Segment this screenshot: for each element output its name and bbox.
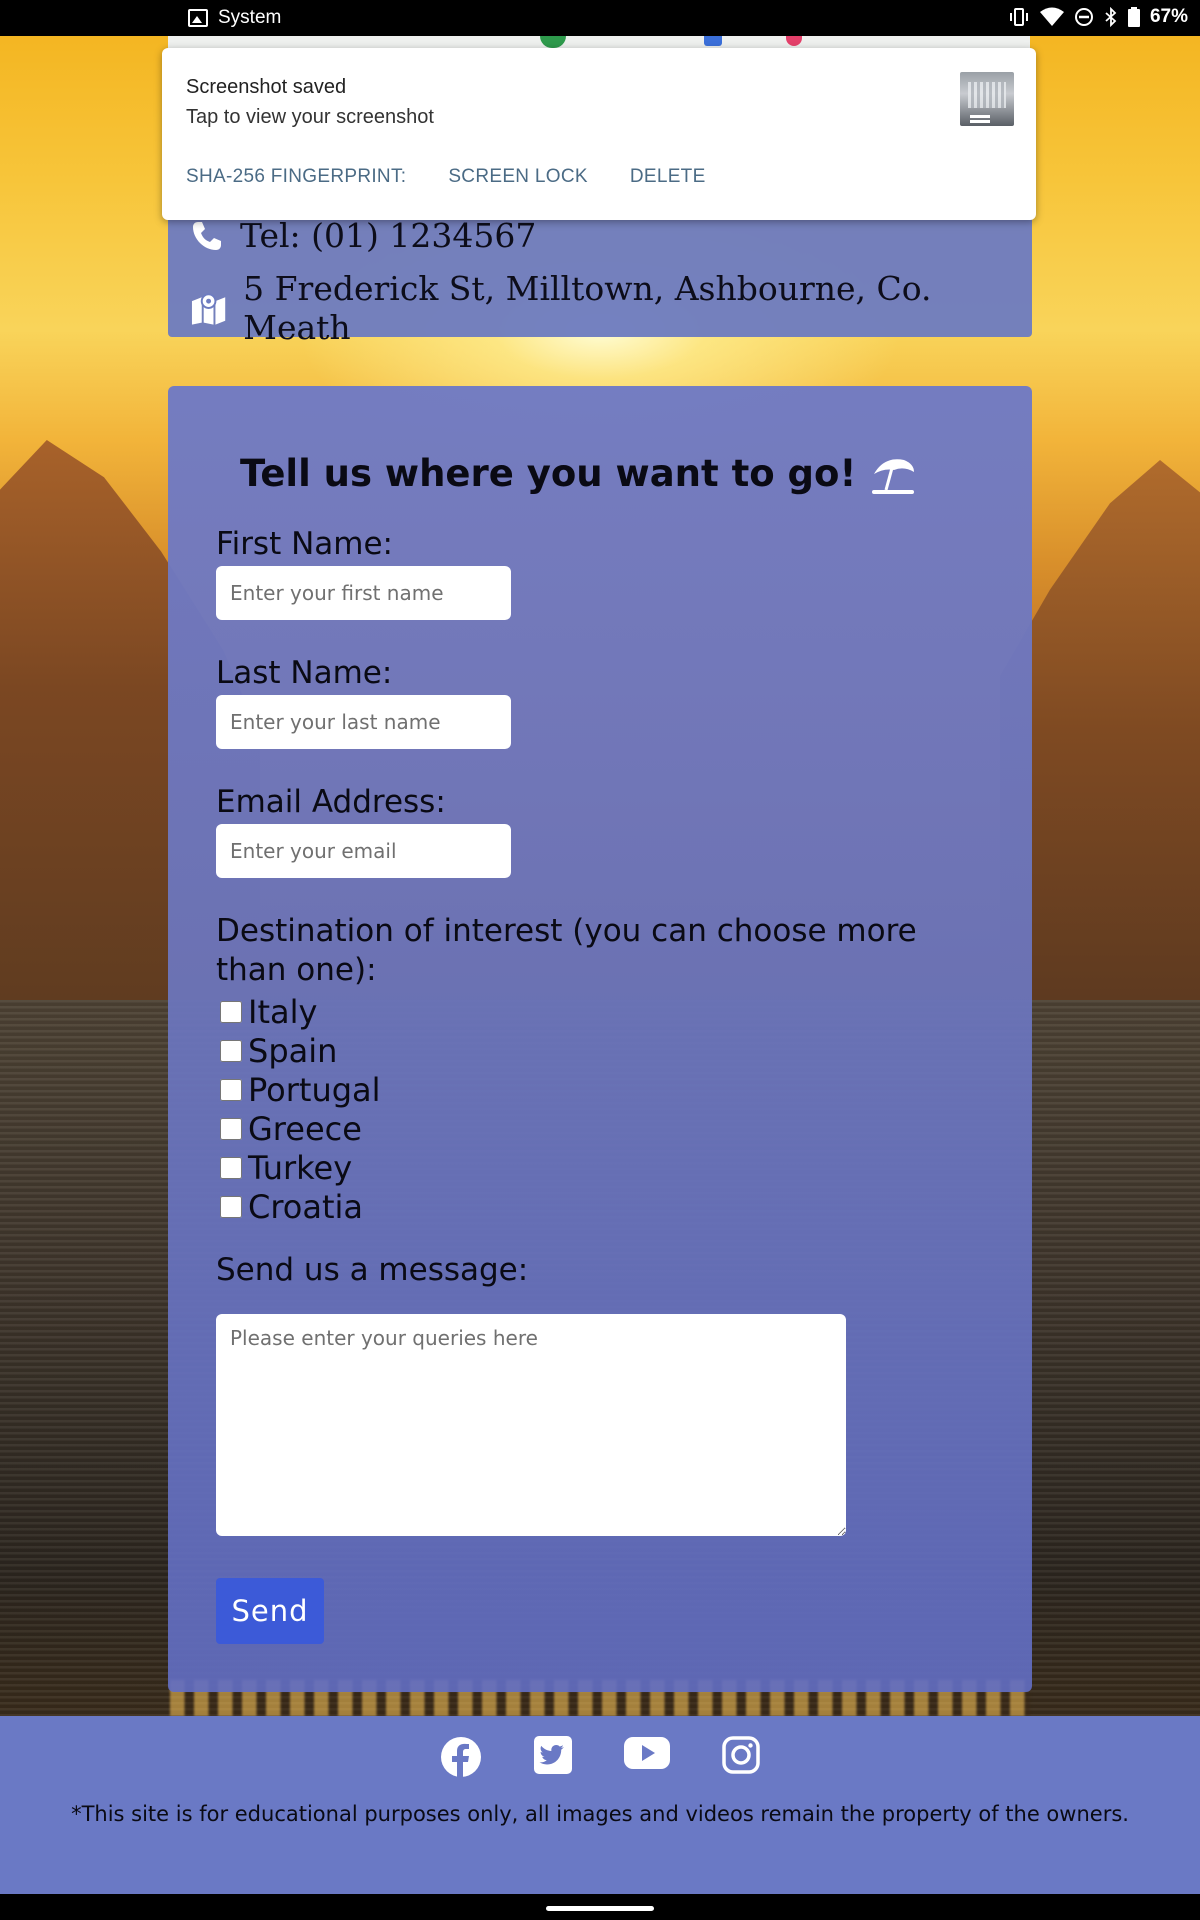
map-marker-blue [704, 36, 722, 46]
destination-option-label: Italy [248, 992, 318, 1031]
screen-lock-button[interactable]: SCREEN LOCK [448, 166, 588, 188]
battery-icon [1127, 7, 1140, 27]
sha256-fingerprint-button[interactable]: SHA-256 FINGERPRINT: [186, 166, 406, 188]
screenshot-thumbnail[interactable] [960, 72, 1014, 126]
image-icon [188, 9, 208, 27]
wifi-icon [1039, 7, 1064, 26]
contact-phone[interactable]: Tel: (01) 1234567 [240, 216, 536, 255]
destination-option-label: Greece [248, 1109, 362, 1148]
home-gesture-handle[interactable] [546, 1906, 654, 1911]
first-name-input[interactable] [216, 566, 511, 620]
instagram-icon[interactable] [722, 1736, 760, 1774]
checkbox-turkey[interactable] [220, 1156, 242, 1179]
vibrate-icon [1009, 8, 1028, 26]
bluetooth-icon [1105, 7, 1117, 27]
notification-title: Screenshot saved [186, 76, 347, 98]
destination-option-label: Croatia [248, 1187, 364, 1226]
checkbox-portugal[interactable] [220, 1078, 242, 1101]
phone-icon [193, 221, 221, 250]
map-location-icon [191, 293, 226, 325]
checkbox-croatia[interactable] [220, 1195, 242, 1218]
form-title: Tell us where you want to go! [240, 452, 857, 495]
battery-percentage: 67% [1149, 6, 1188, 27]
destination-option-turkey[interactable]: Turkey [216, 1148, 381, 1187]
twitter-icon[interactable] [534, 1736, 572, 1774]
form-heading: Tell us where you want to go! [240, 452, 916, 495]
notification-actions: SHA-256 FINGERPRINT: SCREEN LOCK DELETE [186, 166, 706, 188]
map-marker-green [540, 36, 566, 48]
message-textarea[interactable] [216, 1314, 846, 1536]
social-links [0, 1736, 1200, 1778]
destination-option-label: Turkey [248, 1148, 353, 1187]
navigation-bar [0, 1894, 1200, 1920]
status-app-name: System [218, 7, 282, 28]
destination-option-portugal[interactable]: Portugal [216, 1070, 381, 1109]
contact-phone-row: Tel: (01) 1234567 [190, 216, 536, 255]
do-not-disturb-icon [1074, 8, 1093, 26]
contact-address: 5 Frederick St, Milltown, Ashbourne, Co.… [243, 269, 932, 347]
destination-label: Destination of interest (you can choose … [216, 913, 917, 988]
facebook-icon[interactable] [440, 1736, 482, 1778]
contact-form-card: Tell us where you want to go! First Name… [168, 386, 1032, 1692]
notification-subtitle: Tap to view your screenshot [186, 106, 434, 128]
destination-option-croatia[interactable]: Croatia [216, 1187, 381, 1226]
site-footer: *This site is for educational purposes o… [0, 1716, 1200, 1894]
send-button[interactable]: Send [216, 1578, 324, 1644]
message-label: Send us a message: [216, 1252, 529, 1288]
screenshot-notification[interactable]: Screenshot saved Tap to view your screen… [162, 48, 1036, 220]
email-input[interactable] [216, 824, 511, 878]
destination-option-label: Portugal [248, 1070, 381, 1109]
destination-option-label: Spain [248, 1031, 338, 1070]
checkbox-spain[interactable] [220, 1039, 242, 1062]
status-bar: System 67% [0, 0, 1200, 36]
youtube-icon[interactable] [624, 1736, 670, 1770]
footer-disclaimer: *This site is for educational purposes o… [71, 1802, 1129, 1826]
last-name-label: Last Name: [216, 655, 393, 691]
destination-option-spain[interactable]: Spain [216, 1031, 381, 1070]
delete-button[interactable]: DELETE [630, 166, 706, 188]
checkbox-greece[interactable] [220, 1117, 242, 1140]
last-name-input[interactable] [216, 695, 511, 749]
destination-option-italy[interactable]: Italy [216, 992, 381, 1031]
email-label: Email Address: [216, 784, 446, 820]
beach-umbrella-icon [872, 458, 915, 494]
map-marker-red [786, 36, 802, 46]
destination-option-greece[interactable]: Greece [216, 1109, 381, 1148]
first-name-label: First Name: [216, 526, 393, 562]
contact-address-row: 5 Frederick St, Milltown, Ashbourne, Co.… [190, 269, 1032, 347]
checkbox-italy[interactable] [220, 1000, 242, 1023]
destination-checkbox-list: Italy Spain Portugal Greece Turkey Croat… [216, 992, 381, 1226]
